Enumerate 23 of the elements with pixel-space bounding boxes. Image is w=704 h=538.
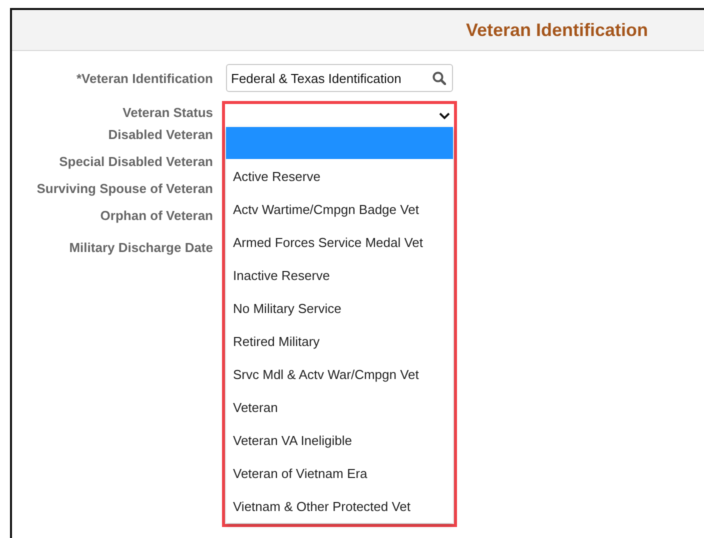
field-label: Orphan of Veteran [99,208,213,225]
field-label: Military Discharge Date [68,240,213,257]
search-icon[interactable] [432,71,446,85]
dropdown-option[interactable]: Active Reserve [226,160,453,193]
dropdown-option[interactable]: Srvc Mdl & Actv War/Cmpgn Vet [226,358,453,391]
field-label: *Veteran Identification [75,70,213,86]
dropdown-option[interactable]: No Military Service [226,292,453,325]
section-title: Veteran Identification [466,20,648,40]
field-label: Surviving Spouse of Veteran [36,181,213,198]
dropdown-option[interactable]: Retired Military [226,325,453,358]
dropdown-option[interactable]: Veteran of Vietnam Era [226,457,453,490]
chevron-down-icon [439,112,450,120]
dropdown-option[interactable]: Armed Forces Service Medal Vet [226,226,453,259]
field-label: Disabled Veteran [107,127,213,144]
dropdown-option[interactable]: Actv Wartime/Cmpgn Badge Vet [226,193,453,226]
dropdown-option[interactable]: Veteran [226,391,453,424]
veteran-identification-field[interactable]: Federal & Texas Identification [226,64,453,92]
field-label: Special Disabled Veteran [58,154,213,171]
dropdown-option[interactable]: Vietnam & Other Protected Vet [226,490,453,523]
field-label: Veteran Status [122,105,213,122]
dropdown-option[interactable]: Inactive Reserve [226,259,453,292]
dropdown-option[interactable]: Veteran VA Ineligible [226,424,453,457]
dropdown-option[interactable] [226,127,453,159]
